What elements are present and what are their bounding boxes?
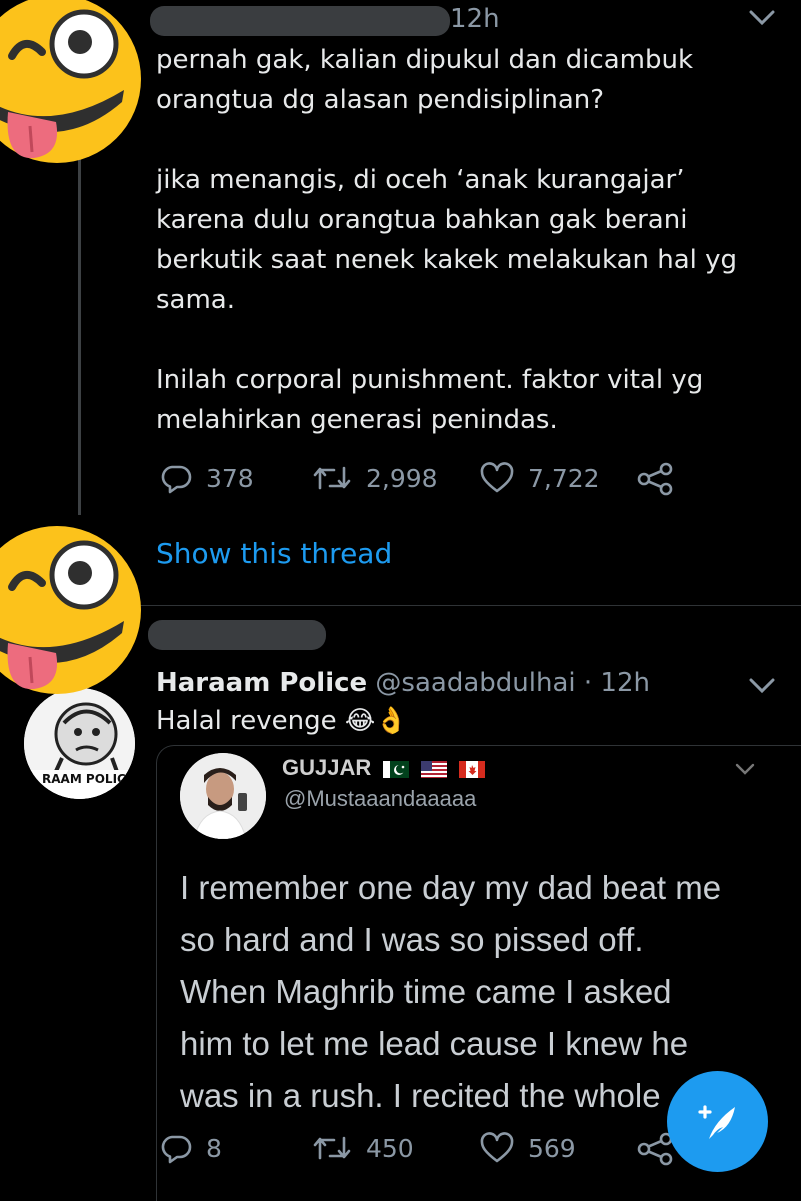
heart-icon: [480, 462, 514, 493]
canada-flag-icon: [459, 760, 486, 778]
compose-tweet-button[interactable]: [667, 1071, 768, 1172]
zany-face-emoji: [0, 0, 142, 164]
avatar-caption: RAAM POLIC: [42, 772, 126, 786]
tweet2-header: Haraam Police @saadabdulhai · 12h: [156, 668, 650, 698]
retweet-button[interactable]: 2,998: [312, 462, 438, 494]
retweet-icon: [313, 466, 351, 490]
quoted-author-handle: @Mustaaandaaaaa: [284, 786, 477, 811]
tweet1-time: 12h: [450, 4, 500, 34]
reply-count: 8: [206, 1133, 222, 1163]
tweet1-text: pernah gak, kalian dipukul dan dicambuk …: [156, 40, 786, 440]
quoted-author-name: GUJJAR: [282, 755, 372, 780]
heart-icon: [480, 1132, 514, 1163]
reply-icon: [161, 1135, 192, 1164]
tweet2-separator: ·: [583, 668, 593, 698]
chevron-down-icon: [735, 762, 755, 776]
reply-icon: [161, 465, 192, 494]
tweet1-paragraph: jika menangis, di oceh ‘anak kurangajar’…: [156, 165, 738, 315]
share-icon: [637, 462, 673, 496]
compose-tweet-icon: [697, 1104, 735, 1139]
tweet1-paragraph: Inilah corporal punishment. faktor vital…: [156, 365, 704, 435]
usa-flag-icon: [421, 760, 448, 778]
tweet2-author-name[interactable]: Haraam Police: [156, 668, 367, 698]
retweet-button[interactable]: 450: [312, 1132, 414, 1164]
chevron-down-icon[interactable]: [748, 8, 776, 28]
tweet2-handle[interactable]: @saadabdulhai: [375, 668, 575, 698]
quoted-author: GUJJAR: [282, 755, 486, 781]
show-thread-link[interactable]: Show this thread: [156, 537, 392, 570]
retweet-icon: [313, 1136, 351, 1160]
like-count: 569: [528, 1133, 576, 1163]
retweet-count: 450: [366, 1133, 414, 1163]
censored-name-bar: [150, 6, 450, 36]
retweet-count: 2,998: [366, 463, 438, 493]
tweet2-text: Halal revenge 😂👌: [156, 706, 408, 736]
reply-button[interactable]: 8: [160, 1132, 222, 1164]
like-count: 7,722: [528, 463, 600, 493]
chevron-down-icon[interactable]: [748, 676, 776, 696]
like-button[interactable]: 569: [480, 1132, 576, 1164]
share-button[interactable]: [636, 462, 690, 496]
tweet2-time: 12h: [600, 668, 650, 698]
censored-context-bar: [148, 620, 326, 650]
reply-count: 378: [206, 463, 254, 493]
like-button[interactable]: 7,722: [480, 462, 600, 494]
pakistan-flag-icon: [383, 760, 410, 778]
haraam-police-avatar[interactable]: RAAM POLIC: [24, 688, 135, 799]
tweet1-paragraph: pernah gak, kalian dipukul dan dicambuk …: [156, 45, 693, 115]
reply-button[interactable]: 378: [160, 462, 254, 494]
quoted-author-avatar: [180, 753, 266, 839]
zany-face-emoji: [0, 525, 142, 695]
